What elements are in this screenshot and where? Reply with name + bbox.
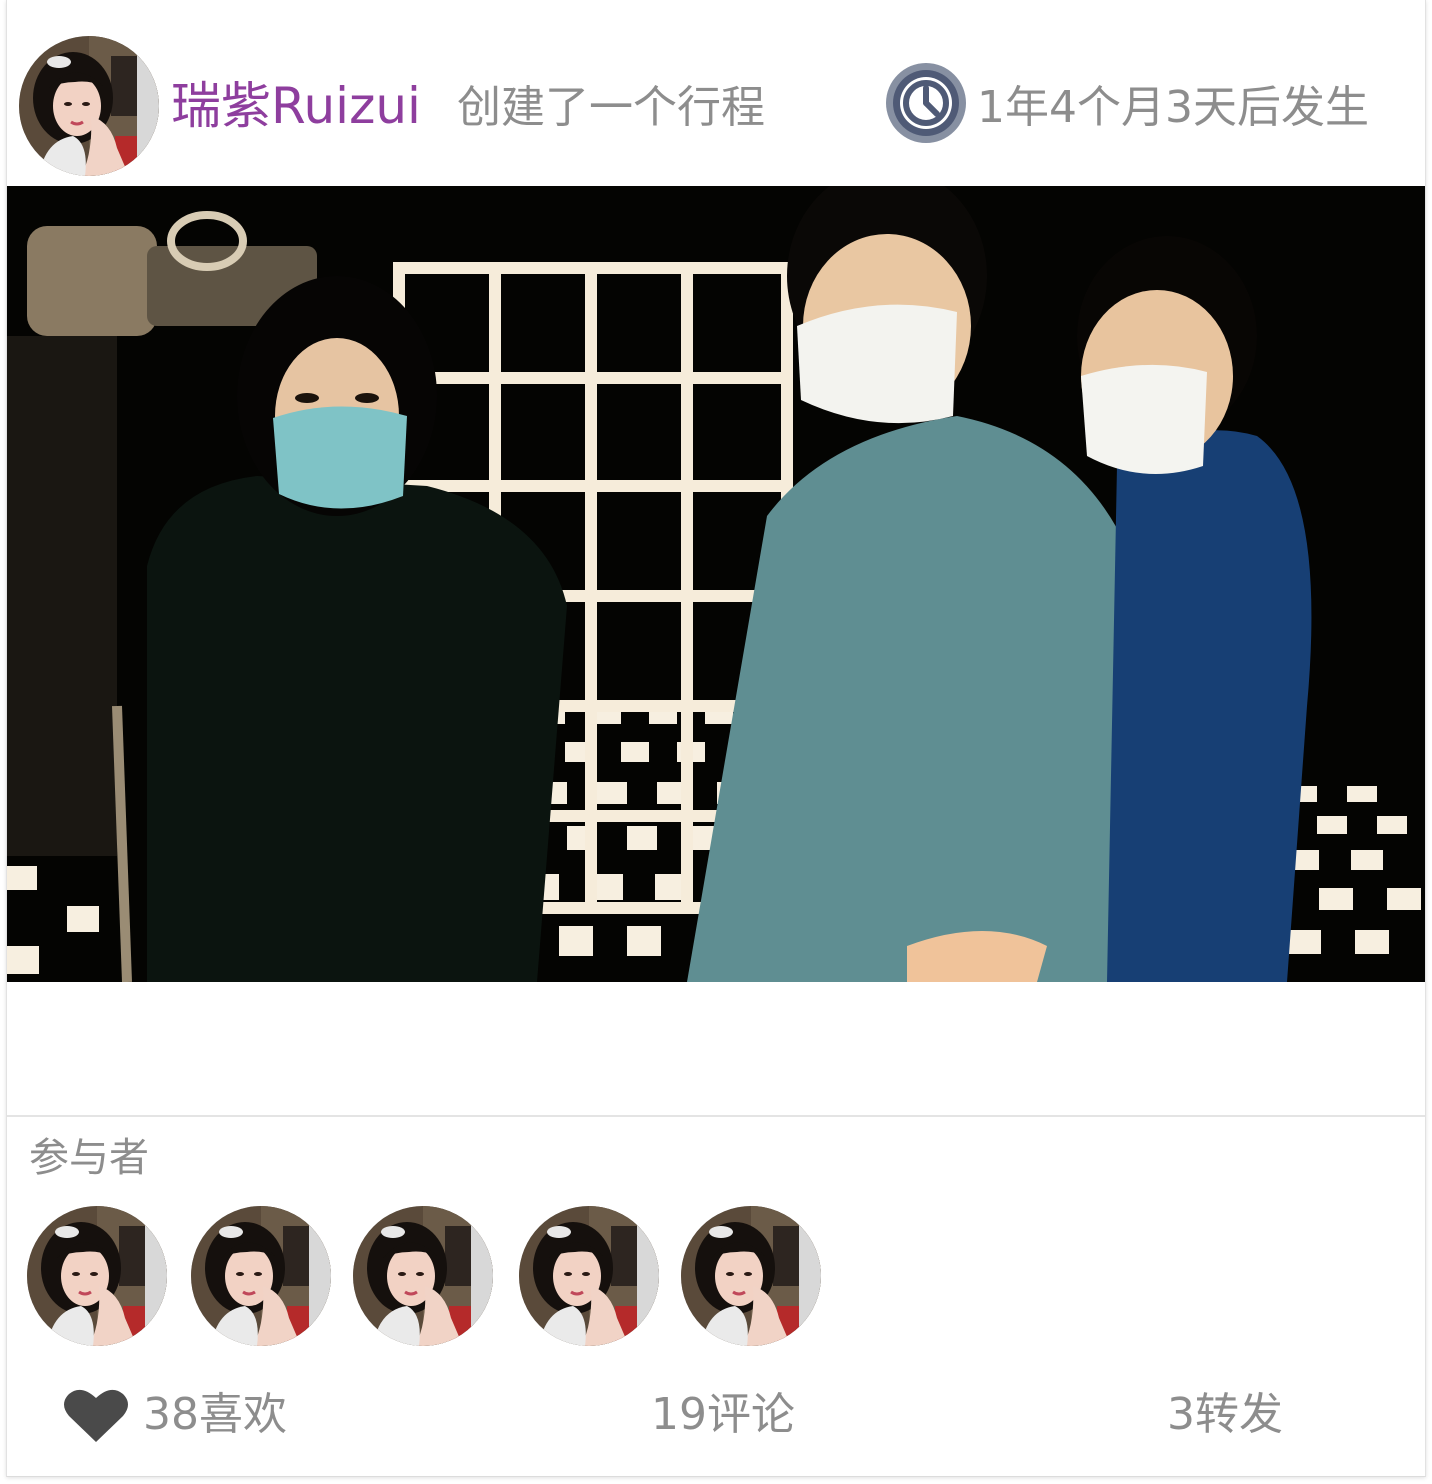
time-until-text: 1年4个月3天后发生	[977, 82, 1369, 133]
shares-count[interactable]: 3转发	[1167, 1386, 1283, 1444]
section-divider	[7, 1115, 1425, 1117]
participants-title: 参与者	[29, 1135, 149, 1181]
user-name-link[interactable]: 瑞紫Ruizui	[171, 74, 421, 138]
heart-icon[interactable]	[63, 1386, 129, 1444]
trip-photo-image	[7, 186, 1425, 982]
avatar-image	[19, 36, 159, 176]
trip-photo[interactable]	[7, 186, 1425, 982]
comments-count[interactable]: 19评论	[651, 1386, 795, 1444]
participant-avatar[interactable]	[191, 1206, 331, 1346]
trip-post-card: 瑞紫Ruizui 创建了一个行程 1年4个月3天后发生 参与者 38喜欢 19评…	[6, 0, 1426, 1477]
avatar-image	[191, 1206, 331, 1346]
participant-avatar[interactable]	[353, 1206, 493, 1346]
likes-count[interactable]: 38喜欢	[143, 1386, 287, 1444]
participant-avatar[interactable]	[681, 1206, 821, 1346]
avatar-image	[353, 1206, 493, 1346]
avatar-image	[681, 1206, 821, 1346]
avatar-image	[27, 1206, 167, 1346]
clock-icon	[886, 63, 966, 143]
post-action-text: 创建了一个行程	[457, 82, 765, 133]
participant-avatar[interactable]	[27, 1206, 167, 1346]
user-avatar[interactable]	[19, 36, 159, 176]
post-header: 瑞紫Ruizui 创建了一个行程 1年4个月3天后发生	[7, 0, 1425, 186]
participant-avatar[interactable]	[519, 1206, 659, 1346]
avatar-image	[519, 1206, 659, 1346]
